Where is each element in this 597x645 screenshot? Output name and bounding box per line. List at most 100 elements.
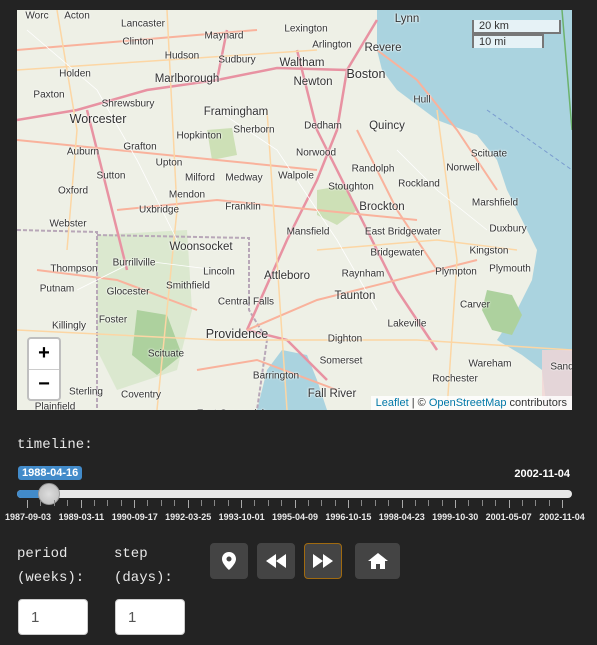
timeline-tick [214, 500, 216, 506]
locate-button[interactable] [210, 543, 248, 579]
map-scale: 20 km 10 mi [472, 20, 561, 48]
step-label: step (days): [114, 542, 173, 590]
timeline-tick [428, 500, 430, 506]
map-place-label: Coventry [120, 389, 162, 401]
map-place-label: Worcester [69, 112, 127, 126]
timeline-tick [281, 500, 283, 506]
map-place-label: Sutton [96, 170, 126, 182]
timeline-tick [455, 500, 456, 508]
timeline-tick [361, 500, 363, 506]
map-place-label: Lexington [284, 23, 328, 35]
timeline-tick [147, 500, 149, 506]
zoom-in-button[interactable]: + [29, 339, 59, 370]
map-place-label: Paxton [33, 89, 65, 101]
attribution-suffix: contributors [506, 397, 567, 409]
timeline-tick-label: 1987-09-03 [4, 512, 52, 522]
timeline-tick [495, 500, 497, 506]
map-place-label: Marshfield [471, 197, 519, 209]
timeline-tick [120, 500, 122, 506]
map-place-label: Hull [413, 94, 431, 106]
map-place-label: Norwell [446, 162, 480, 174]
map-place-label: Waltham [279, 57, 325, 69]
map-place-label: Rochester [432, 373, 478, 385]
period-label-line2: (weeks): [17, 570, 85, 586]
timeline-label: timeline: [17, 437, 93, 453]
period-input[interactable] [18, 599, 88, 635]
map-place-label: Sherborn [233, 124, 275, 136]
map-place-label: Grafton [123, 141, 157, 153]
map-place-label: Scituate [470, 148, 508, 160]
map-tiles [17, 10, 572, 410]
map-place-label: Milford [184, 172, 216, 184]
map-place-label: Barrington [252, 370, 300, 382]
timeline-tick [241, 500, 242, 508]
map-place-label: Lynn [394, 13, 420, 25]
leaflet-link[interactable]: Leaflet [376, 397, 409, 409]
timeline-tick [388, 500, 390, 506]
timeline-tick [294, 500, 296, 508]
map-place-label: Plymouth [489, 263, 531, 275]
map-marker-icon [222, 552, 236, 570]
timeline-tick [401, 500, 403, 508]
map-place-label: Killingly [52, 320, 86, 332]
step-forward-button[interactable] [304, 543, 342, 579]
map-place-label: Newton [293, 76, 333, 88]
timeline-tick-label: 1992-03-25 [165, 512, 212, 522]
map-place-label: Thompson [50, 263, 98, 275]
map-place-label: Kingston [469, 245, 509, 257]
map-place-label: Sterling [69, 386, 103, 398]
timeline-tick [40, 500, 42, 506]
map-attribution: Leaflet | © OpenStreetMap contributors [370, 396, 572, 410]
step-input[interactable] [115, 599, 185, 635]
max-date-label: 2002-11-04 [514, 468, 570, 480]
timeline-tick [174, 500, 176, 506]
map[interactable]: Lancaster Lexington Lynn Clinton Maynard Arli… [17, 10, 572, 410]
map-place-label: Dighton [327, 333, 363, 345]
map-place-label: Plainfield [34, 401, 76, 411]
timeline-tick [441, 500, 443, 506]
step-label-line1: step [114, 546, 148, 562]
map-place-label: Uxbridge [138, 204, 180, 216]
timeline-tick [53, 500, 55, 506]
map-place-label: Lancaster [121, 18, 165, 30]
timeline-tick-label: 1989-03-11 [58, 512, 105, 522]
timeline-tick [481, 500, 483, 506]
timeline-tick [521, 500, 523, 506]
map-place-label: Central Falls [217, 296, 275, 308]
map-place-label: Lakeville [387, 318, 427, 330]
map-place-label: Putnam [39, 283, 75, 295]
timeline-tick [27, 500, 28, 508]
timeline-tick-label: 1993-10-01 [218, 512, 265, 522]
timeline-tick [187, 500, 189, 508]
timeline-tick [307, 500, 309, 506]
map-place-label: Franklin [225, 201, 261, 213]
map-place-label: Plympton [435, 266, 477, 278]
timeline-tick [267, 500, 269, 506]
map-place-label: Foster [98, 314, 128, 326]
zoom-control: + − [27, 337, 61, 401]
home-button[interactable] [355, 543, 400, 579]
timeline-tick [67, 500, 69, 506]
map-place-label: Stoughton [328, 181, 374, 193]
timeline-tick [535, 500, 537, 506]
map-place-label: Auburn [66, 146, 100, 158]
map-place-label: Shrewsbury [101, 98, 155, 110]
step-back-button[interactable] [257, 543, 295, 579]
map-place-label: Holden [59, 68, 91, 80]
map-place-label: Rockland [398, 178, 440, 190]
map-place-label: Worc [25, 10, 49, 22]
backward-icon [266, 554, 286, 568]
map-place-label: Marlborough [154, 73, 220, 85]
scale-km: 20 km [472, 20, 561, 34]
zoom-out-button[interactable]: − [29, 370, 59, 400]
map-place-label: Upton [155, 157, 183, 169]
map-place-label: Bridgewater [370, 247, 424, 259]
map-place-label: Medway [225, 172, 263, 184]
map-place-label: Oxford [57, 185, 89, 197]
timeline-tick [562, 500, 563, 508]
timeline-tick [374, 500, 376, 506]
osm-link[interactable]: OpenStreetMap [429, 397, 507, 409]
timeline-track[interactable] [17, 490, 572, 498]
timeline-tick [321, 500, 323, 506]
home-icon [367, 553, 388, 569]
